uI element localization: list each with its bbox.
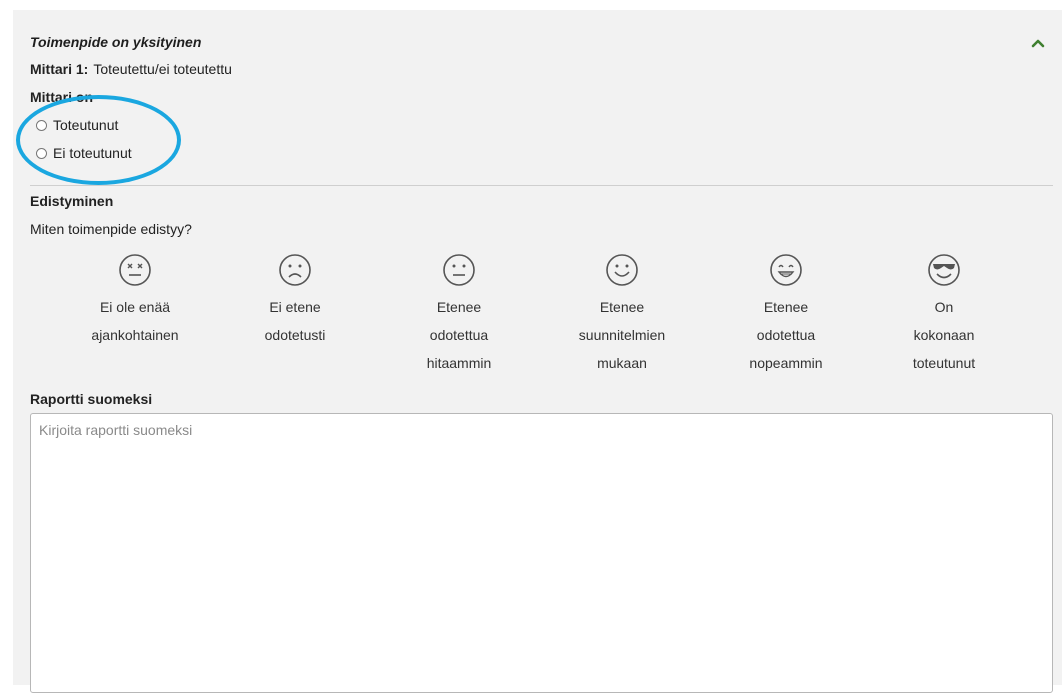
frown-face-icon [279, 254, 311, 286]
annotation-circle [16, 95, 181, 185]
report-textarea[interactable] [30, 413, 1053, 693]
radio-toteutunut-label: Toteutunut [53, 117, 119, 133]
sunglasses-face-icon [928, 254, 960, 286]
progress-option-label: Etenee odotettua nopeammin [749, 299, 823, 371]
progress-option-not-progressing[interactable]: Ei etene odotetusti [220, 253, 370, 349]
progress-heading: Edistyminen [30, 193, 114, 209]
smile-face-icon [606, 254, 638, 286]
mittari-label: Mittari 1: [30, 61, 89, 77]
report-heading: Raportti suomeksi [30, 391, 153, 407]
progress-option-completed[interactable]: On kokonaan toteutunut [869, 253, 1019, 377]
mittari-value: Toteutettu/ei toteutettu [93, 61, 232, 77]
measure-panel: Toimenpide on yksityinen Mittari 1: Toteu… [13, 10, 1062, 693]
chevron-up-icon [1031, 39, 1045, 48]
progress-option-not-relevant[interactable]: Ei ole enää ajankohtainen [60, 253, 210, 349]
mittari-on-label: Mittari on [30, 89, 93, 105]
neutral-face-icon [443, 254, 475, 286]
section-title: Toimenpide on yksityinen [30, 34, 202, 50]
grin-face-icon [770, 254, 802, 286]
radio-toteutunut-input[interactable] [36, 119, 47, 131]
dizzy-face-icon [119, 254, 151, 286]
progress-option-faster[interactable]: Etenee odotettua nopeammin [711, 253, 861, 377]
mittari-line: Mittari 1: Toteutettu/ei toteutettu [30, 61, 232, 77]
progress-option-label: Etenee odotettua hitaammin [426, 299, 492, 371]
radio-toteutunut[interactable]: Toteutunut [36, 117, 118, 133]
collapse-button[interactable] [1027, 34, 1049, 52]
progress-option-label: Ei etene odotetusti [264, 299, 326, 343]
progress-question: Miten toimenpide edistyy? [30, 221, 192, 237]
divider [30, 185, 1053, 186]
progress-option-slower[interactable]: Etenee odotettua hitaammin [384, 253, 534, 377]
radio-ei-toteutunut-input[interactable] [36, 147, 47, 159]
radio-ei-toteutunut-label: Ei toteutunut [53, 145, 132, 161]
progress-option-on-plan[interactable]: Etenee suunnitelmien mukaan [547, 253, 697, 377]
progress-option-label: On kokonaan toteutunut [912, 299, 976, 371]
progress-option-label: Etenee suunnitelmien mukaan [578, 299, 666, 371]
radio-ei-toteutunut[interactable]: Ei toteutunut [36, 145, 132, 161]
progress-option-label: Ei ole enää ajankohtainen [91, 299, 179, 343]
